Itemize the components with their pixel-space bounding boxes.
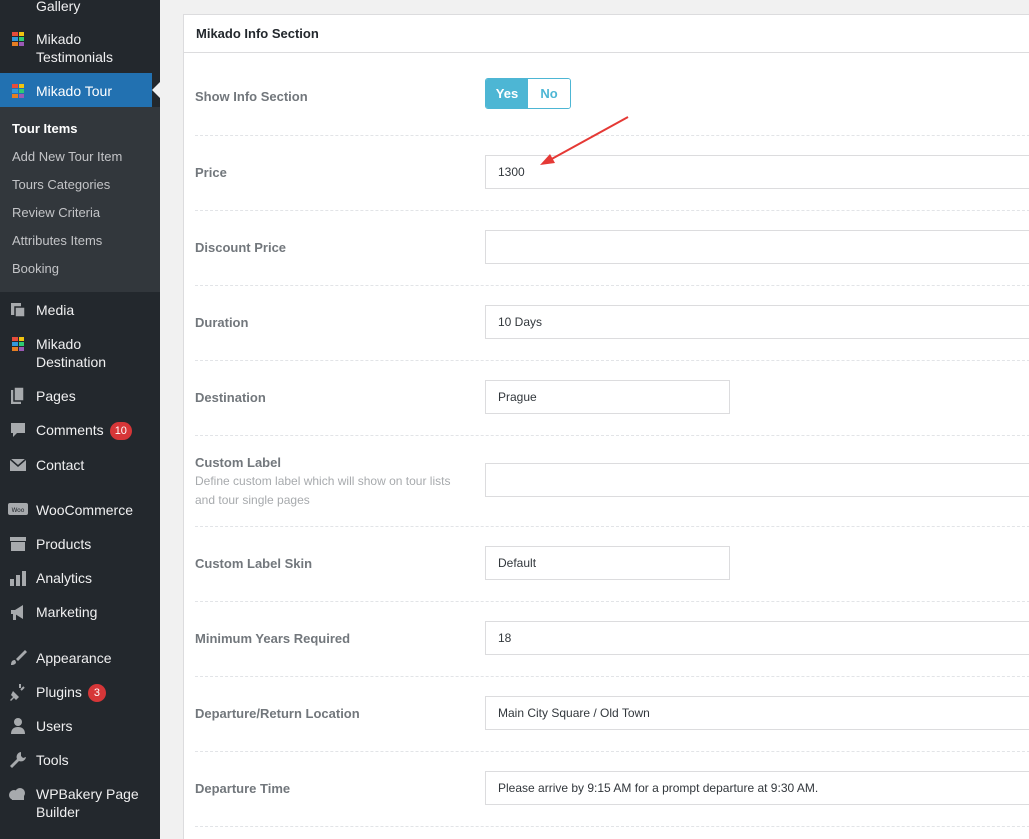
toggle-yes-option[interactable]: Yes: [486, 79, 528, 108]
show-info-toggle[interactable]: Yes No: [485, 78, 571, 109]
departure-time-input[interactable]: Please arrive by 9:15 AM for a prompt de…: [485, 771, 1029, 805]
menu-item-pages[interactable]: Pages: [0, 386, 160, 406]
submenu-attributes-items[interactable]: Attributes Items: [12, 233, 102, 248]
menu-label: Products: [36, 536, 92, 552]
paintbrush-icon: [8, 648, 28, 668]
menu-item-mikado-tour[interactable]: Mikado Tour: [0, 81, 160, 101]
menu-item-appearance[interactable]: Appearance: [0, 648, 160, 668]
destination-select[interactable]: Prague: [485, 380, 730, 414]
menu-item-products[interactable]: Products: [0, 534, 160, 554]
departure-time-label: Departure Time: [195, 781, 291, 796]
admin-sidebar: Gallery Mikado Testimonials Mikado Tour …: [0, 0, 160, 839]
wrench-icon: [8, 750, 28, 770]
envelope-icon: [8, 455, 28, 475]
menu-item-media[interactable]: Media: [0, 300, 160, 320]
custom-label-skin-label: Custom Label Skin: [195, 556, 313, 571]
menu-label: Gallery: [36, 0, 81, 14]
price-label: Price: [195, 165, 227, 180]
woocommerce-icon: Woo: [8, 500, 28, 520]
field-row-duration: Duration 10 Days: [195, 286, 1029, 361]
field-row-departure-time: Departure Time Please arrive by 9:15 AM …: [195, 752, 1029, 827]
duration-input[interactable]: 10 Days: [485, 305, 1029, 339]
archive-box-icon: [8, 534, 28, 554]
field-row-destination: Destination Prague: [195, 361, 1029, 436]
mikado-logo-icon: [8, 334, 28, 354]
submenu-add-new-tour-item[interactable]: Add New Tour Item: [12, 149, 122, 164]
menu-label: Users: [36, 718, 73, 734]
menu-item-wpbakery[interactable]: WPBakery Page Builder: [0, 784, 160, 821]
menu-item-mikado-destination[interactable]: Mikado Destination: [0, 334, 160, 371]
menu-item-analytics[interactable]: Analytics: [0, 568, 160, 588]
menu-item-mikado-testimonials[interactable]: Mikado Testimonials: [0, 29, 160, 66]
bar-chart-icon: [8, 568, 28, 588]
departure-location-label: Departure/Return Location: [195, 706, 360, 721]
media-icon: [8, 300, 28, 320]
menu-item-woocommerce[interactable]: Woo WooCommerce: [0, 500, 160, 520]
destination-label: Destination: [195, 390, 266, 405]
panel-title: Mikado Info Section: [184, 15, 1029, 53]
comments-icon: [8, 420, 28, 440]
cloud-icon: [8, 784, 28, 804]
user-icon: [8, 716, 28, 736]
custom-label-description: Define custom label which will show on t…: [195, 474, 451, 507]
plugins-count-badge: 3: [87, 684, 106, 702]
menu-label: Mikado Tour: [36, 83, 113, 99]
toggle-no-option[interactable]: No: [528, 79, 570, 108]
annotation-arrow-icon: [540, 116, 629, 165]
custom-label-input[interactable]: [485, 463, 1029, 497]
show-info-label: Show Info Section: [195, 89, 308, 104]
plugin-icon: [8, 682, 28, 702]
field-row-custom-label: Custom Label Define custom label which w…: [195, 436, 1029, 527]
custom-label-label: Custom Label: [195, 455, 281, 470]
menu-label: Analytics: [36, 570, 93, 586]
menu-label: Plugins 3: [36, 682, 106, 702]
menu-label: Appearance: [36, 650, 112, 666]
submenu-tours-categories[interactable]: Tours Categories: [12, 177, 110, 192]
menu-label: WPBakery Page Builder: [36, 786, 139, 820]
menu-item-comments[interactable]: Comments 10: [0, 420, 160, 440]
field-row-minimum-years: Minimum Years Required 18: [195, 602, 1029, 677]
menu-label: Mikado Testimonials: [36, 31, 114, 65]
menu-item-tools[interactable]: Tools: [0, 750, 160, 770]
megaphone-icon: [8, 602, 28, 622]
field-row-discount-price: Discount Price: [195, 211, 1029, 286]
duration-label: Duration: [195, 315, 249, 330]
field-row-custom-label-skin: Custom Label Skin Default: [195, 527, 1029, 602]
mikado-logo-icon: [8, 29, 28, 49]
menu-label: Pages: [36, 388, 76, 404]
menu-label: Media: [36, 302, 75, 318]
menu-label: Contact: [36, 457, 85, 473]
menu-item-contact[interactable]: Contact: [0, 455, 160, 475]
submenu-review-criteria[interactable]: Review Criteria: [12, 205, 100, 220]
menu-label: WooCommerce: [36, 502, 133, 518]
discount-price-label: Discount Price: [195, 240, 287, 255]
custom-label-skin-select[interactable]: Default: [485, 546, 730, 580]
minimum-years-label: Minimum Years Required: [195, 631, 351, 646]
menu-label: Marketing: [36, 604, 98, 620]
discount-price-input[interactable]: [485, 230, 1029, 264]
menu-item-users[interactable]: Users: [0, 716, 160, 736]
menu-item-plugins[interactable]: Plugins 3: [0, 682, 160, 702]
minimum-years-input[interactable]: 18: [485, 621, 1029, 655]
menu-item-gallery[interactable]: Gallery: [0, 0, 160, 16]
pages-icon: [8, 386, 28, 406]
submenu-booking[interactable]: Booking: [12, 261, 59, 276]
svg-text:Woo: Woo: [12, 507, 25, 514]
menu-label: Mikado Destination: [36, 336, 107, 370]
submenu-tour-items[interactable]: Tour Items: [12, 121, 78, 136]
departure-location-input[interactable]: Main City Square / Old Town: [485, 696, 1029, 730]
comments-count-badge: 10: [109, 422, 132, 440]
mikado-logo-icon: [8, 81, 28, 101]
menu-item-marketing[interactable]: Marketing: [0, 602, 160, 622]
field-row-departure-location: Departure/Return Location Main City Squa…: [195, 677, 1029, 752]
menu-label: Comments 10: [36, 420, 132, 440]
menu-label: Tools: [36, 752, 69, 768]
